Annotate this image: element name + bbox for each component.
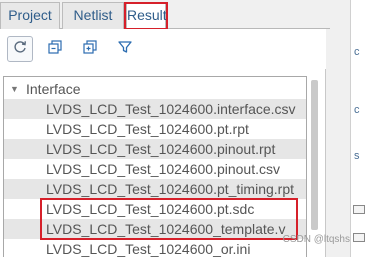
scrollbar-thumb[interactable] xyxy=(311,80,318,230)
filter-icon xyxy=(117,39,133,60)
tab-strip: Project Netlist Result xyxy=(0,0,330,30)
file-row[interactable]: LVDS_LCD_Test_1024600.interface.csv xyxy=(4,99,306,119)
file-row[interactable]: LVDS_LCD_Test_1024600.pt.rpt xyxy=(4,119,306,139)
collapse-all-button[interactable] xyxy=(42,36,68,62)
file-row[interactable]: LVDS_LCD_Test_1024600_template.v xyxy=(4,219,306,239)
tree-scrollbar[interactable] xyxy=(308,76,322,257)
file-row[interactable]: LVDS_LCD_Test_1024600_or.ini xyxy=(4,239,306,257)
tab-project-label: Project xyxy=(8,7,52,23)
toolbar xyxy=(0,29,326,69)
tab-netlist-label: Netlist xyxy=(73,7,113,23)
file-row[interactable]: LVDS_LCD_Test_1024600.pinout.csv xyxy=(4,159,306,179)
tree-group-label: Interface xyxy=(26,81,81,97)
result-pane: ▼ Interface LVDS_LCD_Test_1024600.interf… xyxy=(0,29,326,257)
collapse-all-icon xyxy=(47,39,63,60)
refresh-icon xyxy=(12,39,28,60)
tree-group-interface[interactable]: ▼ Interface xyxy=(4,79,304,99)
file-row[interactable]: LVDS_LCD_Test_1024600.pinout.rpt xyxy=(4,139,306,159)
file-row[interactable]: LVDS_LCD_Test_1024600.pt.sdc xyxy=(4,199,306,219)
adjacent-control[interactable] xyxy=(353,205,365,214)
adjacent-text: c xyxy=(354,104,360,116)
adjacent-control[interactable] xyxy=(353,233,365,242)
adjacent-text: s xyxy=(354,150,360,162)
tab-result-label: Result xyxy=(127,7,167,23)
result-tree: ▼ Interface LVDS_LCD_Test_1024600.interf… xyxy=(3,76,307,257)
collapse-caret-icon[interactable]: ▼ xyxy=(10,79,19,99)
adjacent-panel-strip: c c s xyxy=(350,0,366,257)
tab-project[interactable]: Project xyxy=(0,2,60,29)
expand-all-icon xyxy=(82,39,98,60)
adjacent-text: c xyxy=(354,46,360,58)
watermark-text: CSDN @ltqshs xyxy=(282,234,350,245)
refresh-button[interactable] xyxy=(7,36,33,62)
tab-result[interactable]: Result xyxy=(126,2,167,30)
tab-netlist[interactable]: Netlist xyxy=(62,2,124,29)
filter-button[interactable] xyxy=(112,36,138,62)
expand-all-button[interactable] xyxy=(77,36,103,62)
file-row[interactable]: LVDS_LCD_Test_1024600.pt_timing.rpt xyxy=(4,179,306,199)
